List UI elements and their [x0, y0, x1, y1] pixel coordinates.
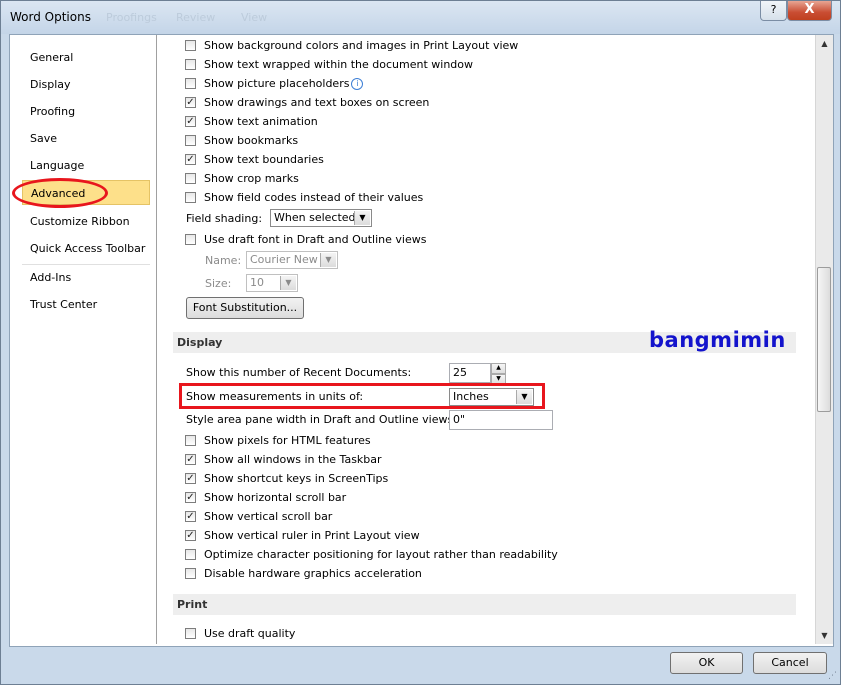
- advanced-options-pane: Show background colors and images in Pri…: [157, 35, 814, 644]
- recent-documents-input[interactable]: 25: [449, 363, 491, 383]
- checkbox[interactable]: [185, 40, 196, 51]
- spin-up-icon[interactable]: ▲: [491, 363, 506, 374]
- checkbox[interactable]: [185, 549, 196, 560]
- options-nav: General Display Proofing Save Language A…: [10, 35, 157, 644]
- checkbox-checked[interactable]: ✓: [185, 97, 196, 108]
- nav-item-proofing[interactable]: Proofing: [22, 99, 150, 124]
- checkbox[interactable]: [185, 628, 196, 639]
- font-size-label: Size:: [205, 277, 232, 290]
- ghost-tab: View: [241, 11, 268, 24]
- style-area-width-input[interactable]: 0": [449, 410, 553, 430]
- scrollbar-thumb[interactable]: [817, 267, 831, 412]
- window-title: Word Options: [10, 10, 91, 24]
- nav-item-add-ins[interactable]: Add-Ins: [22, 265, 150, 290]
- nav-item-general[interactable]: General: [22, 45, 150, 70]
- info-icon[interactable]: i: [351, 78, 364, 90]
- nav-item-save[interactable]: Save: [22, 126, 150, 151]
- ok-button[interactable]: OK: [670, 652, 743, 674]
- checkbox[interactable]: [185, 568, 196, 579]
- title-bar: Word Options Proofings Review View ? X: [1, 1, 840, 34]
- font-name-dropdown: Courier New ▼: [246, 251, 338, 269]
- checkbox-checked[interactable]: ✓: [185, 116, 196, 127]
- checkbox[interactable]: [185, 173, 196, 184]
- scroll-down-icon[interactable]: ▼: [816, 627, 833, 644]
- nav-item-language[interactable]: Language: [22, 153, 150, 178]
- scroll-up-icon[interactable]: ▲: [816, 35, 833, 52]
- red-highlight-box: [179, 383, 545, 409]
- style-area-width-label: Style area pane width in Draft and Outli…: [186, 413, 457, 426]
- checkbox-checked[interactable]: ✓: [185, 530, 196, 541]
- checkbox-checked[interactable]: ✓: [185, 154, 196, 165]
- recent-documents-spinner[interactable]: ▲ ▼: [491, 363, 506, 385]
- checkbox[interactable]: [185, 59, 196, 70]
- help-button[interactable]: ?: [760, 1, 787, 21]
- nav-item-quick-access-toolbar[interactable]: Quick Access Toolbar: [22, 236, 150, 261]
- chevron-down-icon: ▼: [320, 253, 336, 267]
- word-options-window: Word Options Proofings Review View ? X G…: [0, 0, 841, 685]
- close-button[interactable]: X: [787, 1, 832, 21]
- checkbox[interactable]: [185, 234, 196, 245]
- vertical-scrollbar[interactable]: ▲ ▼: [815, 35, 833, 644]
- chevron-down-icon: ▼: [280, 276, 296, 290]
- nav-item-customize-ribbon[interactable]: Customize Ribbon: [22, 209, 150, 234]
- checkbox[interactable]: [185, 435, 196, 446]
- resize-grip-icon[interactable]: ⋰: [828, 671, 837, 681]
- chevron-down-icon: ▼: [354, 211, 370, 225]
- checkbox-checked[interactable]: ✓: [185, 454, 196, 465]
- field-shading-dropdown[interactable]: When selected ▼: [270, 209, 372, 227]
- font-substitution-button[interactable]: Font Substitution...: [186, 297, 304, 319]
- checkbox-checked[interactable]: ✓: [185, 511, 196, 522]
- checkbox[interactable]: [185, 78, 196, 89]
- nav-item-trust-center[interactable]: Trust Center: [22, 292, 150, 317]
- ghost-tab: Review: [176, 11, 216, 24]
- field-shading-label: Field shading:: [186, 212, 263, 225]
- nav-item-display[interactable]: Display: [22, 72, 150, 97]
- checkbox-checked[interactable]: ✓: [185, 492, 196, 503]
- dialog-body: General Display Proofing Save Language A…: [9, 34, 834, 647]
- checkbox[interactable]: [185, 192, 196, 203]
- checkbox[interactable]: [185, 135, 196, 146]
- ghost-tab: Proofings: [106, 11, 157, 24]
- checkbox-checked[interactable]: ✓: [185, 473, 196, 484]
- watermark-text: bangmimin: [649, 328, 786, 352]
- recent-documents-label: Show this number of Recent Documents:: [186, 366, 412, 379]
- font-size-dropdown: 10 ▼: [246, 274, 298, 292]
- font-name-label: Name:: [205, 254, 242, 267]
- red-highlight-oval: [12, 178, 108, 208]
- cancel-button[interactable]: Cancel: [753, 652, 827, 674]
- section-header-print: Print: [173, 594, 796, 615]
